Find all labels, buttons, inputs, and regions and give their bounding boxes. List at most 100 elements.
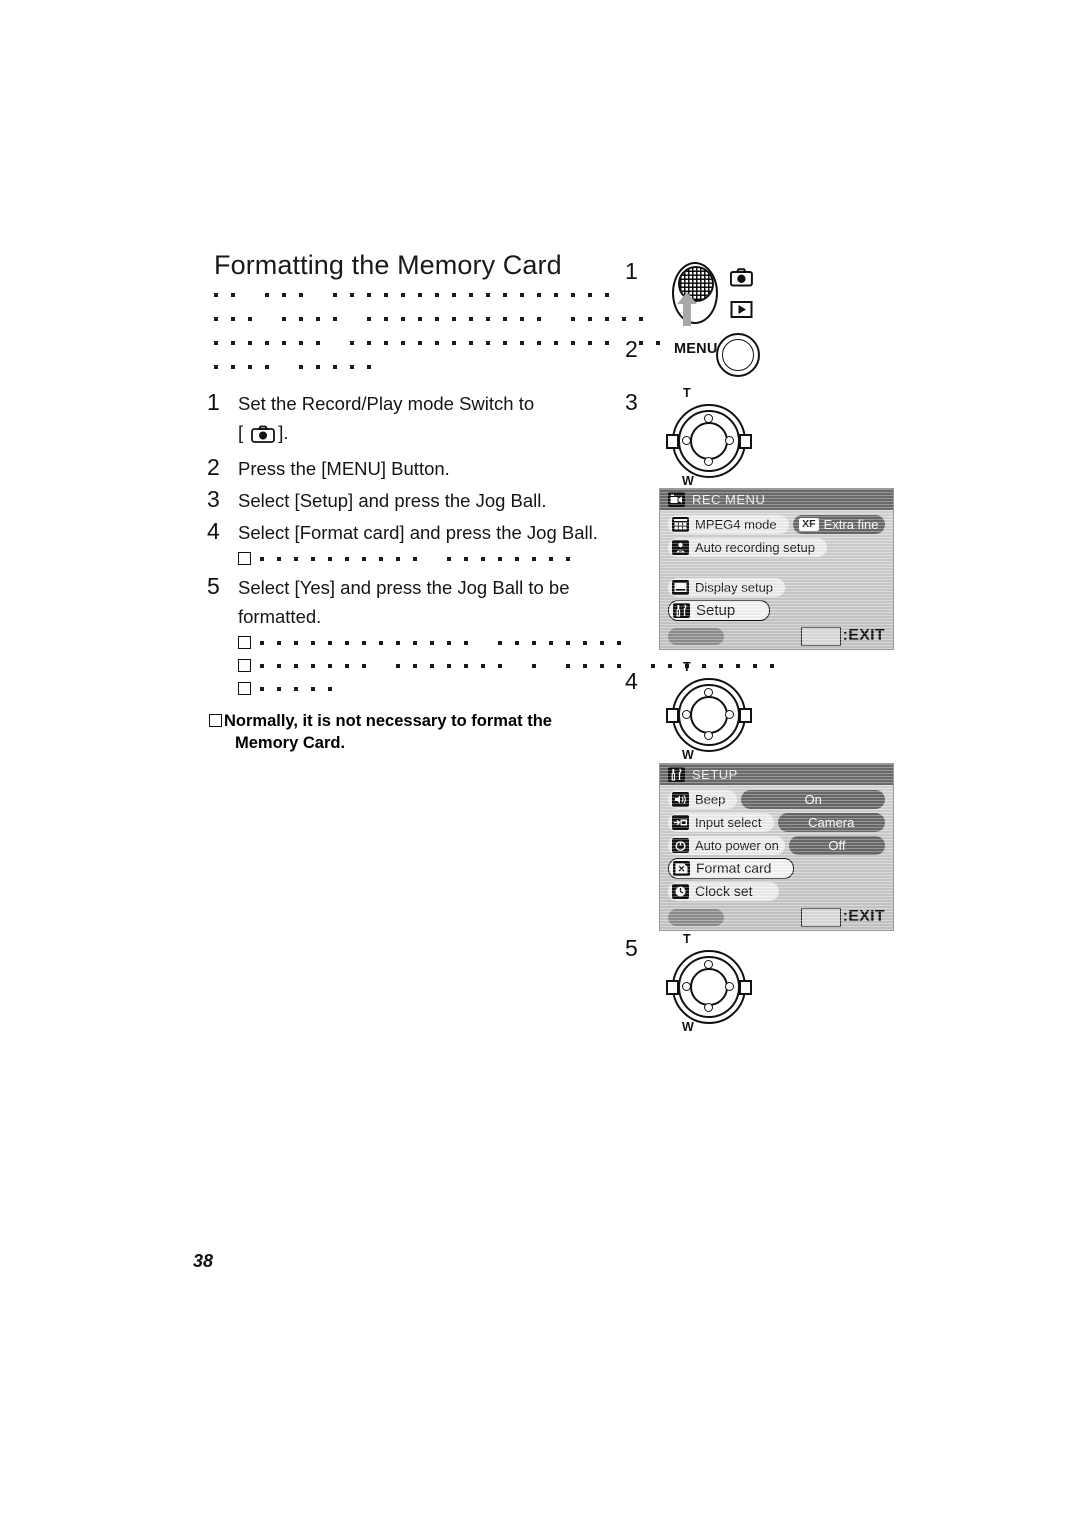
jog-ball[interactable]: [690, 968, 728, 1006]
menu-row-value-pill[interactable]: XF Extra fine: [792, 514, 885, 534]
redacted-word: [566, 663, 634, 668]
exit-indicator[interactable]: :EXIT: [800, 626, 885, 646]
menu-row-label: MPEG4 mode: [695, 516, 777, 532]
callout-number-1: 1: [625, 258, 638, 284]
redacted-dot: [311, 663, 315, 668]
speaker-icon: [672, 791, 689, 807]
menu-spacer: [668, 560, 885, 577]
menu-row-selected[interactable]: Format card: [668, 857, 885, 879]
redacted-dot: [231, 365, 235, 369]
redacted-dot: [277, 556, 281, 561]
jog-tab-right: [739, 707, 752, 723]
redacted-dot: [413, 663, 417, 668]
step-number: 3: [207, 486, 220, 512]
menu-row[interactable]: Display setup: [668, 577, 885, 597]
menu-row-label-pill[interactable]: Display setup: [668, 577, 786, 597]
redacted-word: [367, 317, 554, 321]
square-bullet-icon: [238, 636, 251, 649]
step-item: 4 Select [Format card] and press the Jog…: [207, 517, 627, 547]
redacted-dot: [384, 293, 388, 297]
redacted-dot: [515, 640, 519, 645]
menu-row-label-pill[interactable]: Clock set: [668, 881, 779, 901]
menu-row-value-pill[interactable]: On: [741, 789, 885, 809]
menu-row[interactable]: Input select Camera: [668, 812, 885, 832]
redacted-dot: [588, 317, 592, 321]
tools-icon: [668, 767, 685, 782]
redacted-dot: [532, 556, 536, 561]
redacted-dot: [549, 556, 553, 561]
redacted-word: [498, 640, 634, 645]
redacted-dot: [316, 365, 320, 369]
person-a-icon: A: [672, 539, 689, 555]
note-text: Normally, it is not necessary to format …: [224, 710, 552, 754]
square-bullet-icon: [238, 552, 251, 565]
display-icon: [672, 579, 689, 595]
redacted-dot: [396, 640, 400, 645]
redacted-dot: [617, 663, 621, 668]
redacted-dot: [537, 317, 541, 321]
redacted-dot: [566, 640, 570, 645]
menu-row-label-pill[interactable]: Input select: [668, 812, 774, 832]
step-item: 3 Select [Setup] and press the Jog Ball.: [207, 485, 627, 515]
redacted-dot: [260, 640, 264, 645]
redacted-line: [238, 631, 627, 654]
redacted-dot: [753, 663, 757, 668]
jog-ball[interactable]: [690, 696, 728, 734]
redacted-line: [238, 677, 627, 700]
exit-indicator[interactable]: :EXIT: [800, 907, 885, 927]
jog-ball-dial[interactable]: T W: [666, 932, 752, 1034]
menu-row[interactable]: Auto power on Off: [668, 835, 885, 855]
redacted-dot: [350, 293, 354, 297]
redacted-dot: [452, 341, 456, 345]
menu-row-selected[interactable]: Setup: [668, 599, 885, 621]
redacted-dot: [333, 293, 337, 297]
menu-row[interactable]: Clock set: [668, 881, 885, 901]
menu-button-label: MENU: [674, 341, 718, 357]
redacted-dot: [583, 663, 587, 668]
redacted-dot: [265, 341, 269, 345]
jog-pip: [682, 709, 691, 719]
callout-number-4: 4: [625, 668, 638, 694]
redacted-dot: [265, 293, 269, 297]
redacted-dot: [566, 663, 570, 668]
redacted-line: [214, 331, 660, 355]
menu-button[interactable]: [716, 333, 760, 377]
menu-row-label-pill[interactable]: Auto power on: [668, 835, 785, 855]
menu-row-label: Input select: [695, 814, 762, 830]
redacted-dot: [384, 317, 388, 321]
menu-row[interactable]: Beep On: [668, 789, 885, 809]
page-number: 38: [193, 1251, 214, 1271]
jog-ball[interactable]: [690, 422, 728, 460]
menu-row-label-pill[interactable]: MPEG4 mode: [668, 514, 789, 534]
bracket-close: ].: [278, 422, 289, 443]
redacted-dot: [549, 640, 553, 645]
footer-pill: [668, 908, 724, 926]
step-item: 1 Set the Record/Play mode Switch to [ ]…: [207, 388, 627, 451]
menu-row-label-pill[interactable]: Beep: [668, 789, 738, 809]
menu-row[interactable]: A Auto recording setup: [668, 537, 885, 557]
jog-ball-dial[interactable]: T W: [666, 386, 752, 488]
menu-row-label-pill[interactable]: Format card: [668, 857, 795, 879]
manual-page: Formatting the Memory Card 1 Set the Rec…: [0, 0, 1080, 1526]
redacted-dot: [396, 556, 400, 561]
redacted-dot: [469, 293, 473, 297]
menu-row-label-pill[interactable]: Setup: [668, 599, 771, 621]
rec-menu-rows: MPEG4 mode XF Extra fine A Auto recordin…: [660, 510, 893, 621]
redacted-dot: [447, 556, 451, 561]
menu-row-value-pill[interactable]: Camera: [777, 812, 885, 832]
jog-ball-dial[interactable]: T W: [666, 660, 752, 762]
rec-menu-header: REC MENU: [660, 489, 893, 510]
jog-label-w: W: [682, 748, 694, 762]
redacted-dot: [430, 663, 434, 668]
redacted-dot: [418, 293, 422, 297]
exit-button-box-icon: [800, 626, 841, 646]
square-bullet-icon: [238, 659, 251, 672]
menu-row-label-pill[interactable]: A Auto recording setup: [668, 537, 827, 557]
redacted-dot: [656, 341, 660, 345]
menu-row[interactable]: MPEG4 mode XF Extra fine: [668, 514, 885, 534]
menu-row-value-pill[interactable]: Off: [788, 835, 885, 855]
redacted-dot: [515, 556, 519, 561]
note-line-2: Memory Card.: [235, 734, 346, 752]
setup-title: SETUP: [692, 767, 738, 782]
rec-menu-screen: REC MENU MPEG4 mode XF Extra fine A Auto…: [659, 488, 894, 650]
